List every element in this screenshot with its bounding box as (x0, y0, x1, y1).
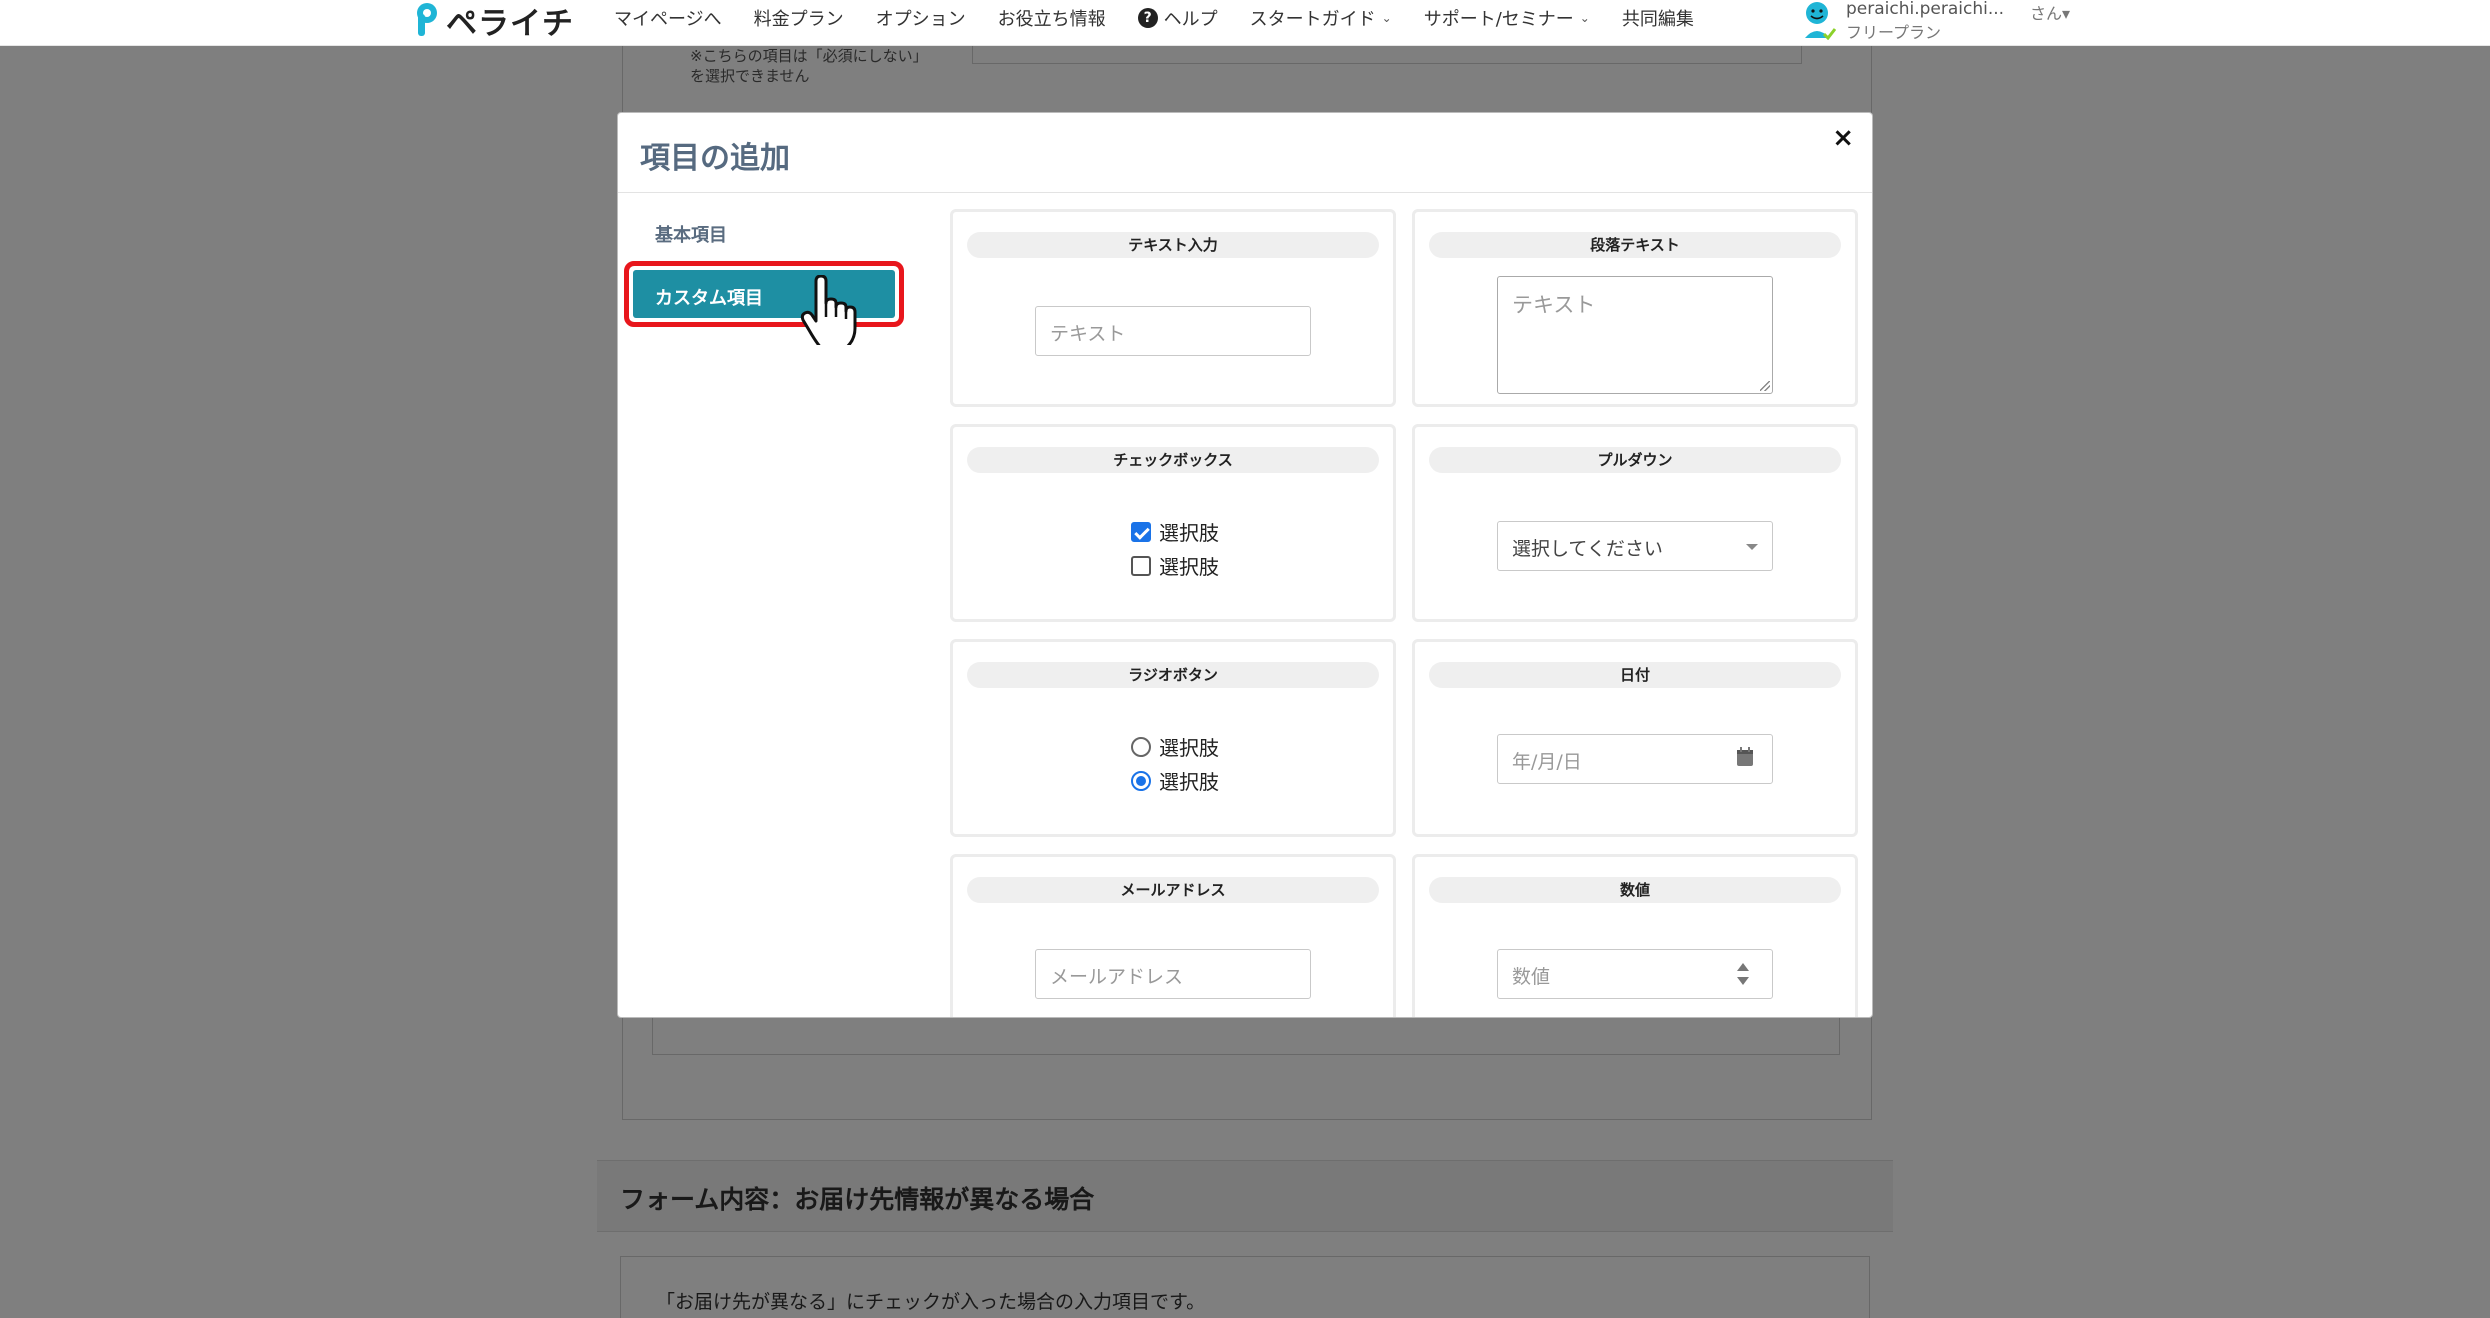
nav-label: ヘルプ (1163, 9, 1218, 30)
field-card-dropdown[interactable]: プルダウン 選択してください (1412, 424, 1858, 622)
pointer-hand-icon (800, 275, 857, 345)
option-label: 選択肢 (1159, 736, 1219, 760)
card-title: 日付 (1429, 662, 1841, 688)
card-title: プルダウン (1429, 447, 1841, 473)
dropdown-value: 選択してください (1512, 538, 1663, 560)
card-title: ラジオボタン (967, 662, 1379, 688)
nav-item-help[interactable]: ? ヘルプ (1137, 5, 1218, 31)
user-avatar-icon (1805, 2, 1836, 40)
textarea-placeholder: テキスト (1512, 293, 1596, 317)
nav-item-start-guide[interactable]: スタートガイド ⌄ (1250, 5, 1392, 31)
nav-menu: マイページへ 料金プラン オプション お役立ち情報 ? ヘルプ スタートガイド … (614, 5, 1694, 31)
checkbox-option: 選択肢 (1131, 517, 1219, 546)
close-icon[interactable]: × (1832, 123, 1854, 153)
chevron-down-icon: ⌄ (1381, 11, 1392, 25)
card-title: 数値 (1429, 877, 1841, 903)
user-name: peraichi.peraichi... (1846, 0, 2005, 19)
peraichi-logo[interactable]: ペライチ (414, 0, 574, 42)
sidebar-item-basic[interactable]: 基本項目 (655, 221, 727, 247)
nav-label: 料金プラン (753, 9, 844, 30)
nav-item-support-seminar[interactable]: サポート/セミナー ⌄ (1424, 5, 1590, 31)
email-input-sample: メールアドレス (1035, 949, 1311, 999)
field-card-text[interactable]: テキスト入力 テキスト (950, 209, 1396, 407)
top-navbar: ペライチ マイページへ 料金プラン オプション お役立ち情報 ? ヘルプ スター… (0, 0, 2490, 46)
card-title: メールアドレス (967, 877, 1379, 903)
checkbox-unchecked-icon (1131, 555, 1151, 576)
modal-header: 項目の追加 × (618, 113, 1872, 193)
nav-label: スタートガイド (1249, 9, 1376, 30)
textarea-sample: テキスト (1497, 276, 1773, 394)
dropdown-sample: 選択してください (1497, 521, 1773, 571)
nav-label: オプション (875, 9, 966, 30)
checkbox-checked-icon (1131, 521, 1151, 542)
nav-label: サポート/セミナー (1423, 9, 1574, 30)
chevron-down-icon: ⌄ (1579, 11, 1590, 25)
nav-item-mypage[interactable]: マイページへ (614, 5, 722, 31)
card-title: 段落テキスト (1429, 232, 1841, 258)
nav-item-co-editing[interactable]: 共同編集 (1622, 5, 1694, 31)
radio-option: 選択肢 (1131, 766, 1219, 795)
radio-option: 選択肢 (1131, 732, 1219, 761)
modal-title: 項目の追加 (640, 141, 790, 176)
number-placeholder: 数値 (1512, 966, 1551, 988)
add-item-modal: 項目の追加 × 基本項目 カスタム項目 テキスト入力 テキスト 段落テキスト テ… (617, 112, 1873, 1018)
radio-selected-icon (1131, 770, 1151, 791)
text-input-sample: テキスト (1035, 306, 1311, 356)
date-input-sample: 年/月/日 (1497, 734, 1773, 784)
checkbox-option: 選択肢 (1131, 551, 1219, 580)
logo-text: ペライチ (446, 5, 574, 42)
user-plan: フリープラン (1846, 23, 1942, 42)
user-suffix[interactable]: さん▾ (2030, 0, 2070, 24)
nav-label: お役立ち情報 (997, 9, 1106, 30)
field-card-paragraph[interactable]: 段落テキスト テキスト (1412, 209, 1858, 407)
number-input-sample: 数値 (1497, 949, 1773, 999)
field-card-number[interactable]: 数値 数値 (1412, 854, 1858, 1017)
calendar-icon (1737, 747, 1753, 766)
help-icon: ? (1137, 8, 1158, 28)
nav-label: 共同編集 (1621, 9, 1694, 30)
field-card-email[interactable]: メールアドレス メールアドレス (950, 854, 1396, 1017)
highlight-frame: カスタム項目 (624, 261, 904, 327)
spinner-arrows-icon (1737, 963, 1749, 985)
user-menu[interactable]: peraichi.peraichi... フリープラン (1802, 0, 2004, 43)
nav-item-pricing[interactable]: 料金プラン (754, 5, 844, 31)
date-placeholder: 年/月/日 (1512, 751, 1582, 773)
option-label: 選択肢 (1159, 555, 1219, 579)
field-card-radio[interactable]: ラジオボタン 選択肢 選択肢 (950, 639, 1396, 837)
card-title: テキスト入力 (967, 232, 1379, 258)
caret-down-icon (1746, 544, 1758, 550)
field-card-checkbox[interactable]: チェックボックス 選択肢 選択肢 (950, 424, 1396, 622)
option-label: 選択肢 (1159, 770, 1219, 794)
radio-unselected-icon (1131, 736, 1151, 757)
nav-item-options[interactable]: オプション (876, 5, 966, 31)
nav-label: マイページへ (614, 9, 722, 30)
card-title: チェックボックス (967, 447, 1379, 473)
logo-p-icon (417, 3, 437, 36)
resize-grip-icon (1760, 381, 1770, 391)
nav-item-useful-info[interactable]: お役立ち情報 (998, 5, 1106, 31)
field-card-date[interactable]: 日付 年/月/日 (1412, 639, 1858, 837)
option-label: 選択肢 (1159, 521, 1219, 545)
